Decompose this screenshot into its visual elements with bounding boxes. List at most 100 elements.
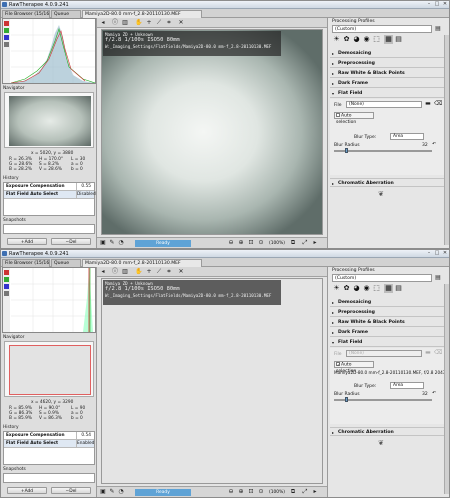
colorpicker-icon[interactable]: ✎ bbox=[108, 488, 116, 496]
crop-icon[interactable]: ⌗ bbox=[165, 19, 173, 27]
new-window-icon[interactable]: ⧉ bbox=[289, 239, 297, 247]
toggle-right-panel-icon[interactable]: ▸ bbox=[311, 488, 319, 496]
tab-file-browser[interactable]: File Browser (15/16) bbox=[2, 10, 50, 18]
transform-tab-icon[interactable]: ⬚ bbox=[372, 35, 381, 44]
profile-select[interactable]: (Custom) bbox=[332, 274, 432, 282]
navigator-preview[interactable] bbox=[4, 341, 94, 397]
history-row[interactable]: Flat Field Auto Select Disabled bbox=[4, 191, 96, 199]
tool-demosaicing[interactable]: ▸ Demosaicing bbox=[330, 298, 446, 307]
reset-icon[interactable]: ↶ bbox=[432, 142, 436, 147]
raw-tab-icon[interactable]: ▦ bbox=[384, 284, 393, 293]
metadata-tab-icon[interactable]: ▤ bbox=[394, 284, 403, 293]
zoom-fit-icon[interactable]: ⊡ bbox=[247, 239, 255, 247]
close-icon[interactable]: ✕ bbox=[441, 251, 449, 256]
tool-preprocessing[interactable]: ▸ Preprocessing bbox=[330, 59, 446, 68]
wavelet-tab-icon[interactable]: ◉ bbox=[362, 284, 371, 293]
tool-chromatic-aberration[interactable]: ▸ Chromatic Aberration bbox=[330, 427, 446, 436]
zoom-in-icon[interactable]: ⊕ bbox=[237, 239, 245, 247]
ff-file-field[interactable]: (None) bbox=[346, 101, 422, 108]
minimize-icon[interactable]: – bbox=[425, 251, 433, 256]
slider-knob[interactable] bbox=[345, 148, 348, 153]
detail-tab-icon[interactable]: ✿ bbox=[342, 284, 351, 293]
tab-queue[interactable]: Queue bbox=[51, 10, 81, 18]
ff-browse-icon[interactable]: ▬ bbox=[424, 349, 432, 357]
tool-raw-white-black[interactable]: ▸ Raw White & Black Points bbox=[330, 69, 446, 78]
detail-tab-icon[interactable]: ✿ bbox=[342, 35, 351, 44]
tool-chromatic-aberration[interactable]: ▸ Chromatic Aberration bbox=[330, 178, 446, 187]
close-editor-icon[interactable]: ✕ bbox=[177, 268, 185, 276]
straighten-icon[interactable]: ⟋ bbox=[155, 19, 163, 27]
raw-tab-icon[interactable]: ▦ bbox=[384, 35, 393, 44]
profile-icon[interactable]: ◔ bbox=[117, 239, 125, 247]
ff-blur-radius-slider[interactable] bbox=[334, 150, 432, 152]
history-row[interactable]: Exposure Compensation 0.54 bbox=[4, 432, 94, 440]
color-tab-icon[interactable]: ◕ bbox=[352, 284, 361, 293]
slider-knob[interactable] bbox=[345, 397, 348, 402]
ff-browse-icon[interactable]: ▬ bbox=[424, 100, 432, 108]
tool-demosaicing[interactable]: ▸ Demosaicing bbox=[330, 49, 446, 58]
lock-icon[interactable]: ▣ bbox=[99, 488, 107, 496]
history-row[interactable]: Exposure Compensation 0.55 bbox=[4, 183, 94, 191]
reset-icon[interactable]: ↶ bbox=[432, 391, 436, 396]
info-icon[interactable]: ⓘ bbox=[111, 19, 119, 27]
load-profile-icon[interactable]: ▤ bbox=[434, 274, 442, 282]
info-icon[interactable]: ⓘ bbox=[111, 268, 119, 276]
tool-dark-frame[interactable]: ▸ Dark Frame bbox=[330, 79, 446, 88]
ff-blur-type-select[interactable]: Area bbox=[390, 133, 424, 140]
right-scrollbar[interactable] bbox=[444, 35, 449, 245]
load-profile-icon[interactable]: ▤ bbox=[434, 25, 442, 33]
ff-clear-icon[interactable]: ⌫ bbox=[434, 100, 442, 108]
history-row[interactable]: Flat Field Auto Select Enabled bbox=[4, 440, 94, 448]
add-snapshot-button[interactable]: +Add bbox=[7, 487, 47, 494]
profile-icon[interactable]: ◔ bbox=[117, 488, 125, 496]
colorpicker-icon[interactable]: ✎ bbox=[108, 239, 116, 247]
zoom-100-icon[interactable]: ⊙ bbox=[257, 239, 265, 247]
fullscreen-icon[interactable]: ⤢ bbox=[301, 488, 309, 496]
ff-blur-radius-slider[interactable] bbox=[334, 399, 432, 401]
lock-icon[interactable]: ▣ bbox=[99, 239, 107, 247]
right-scrollbar[interactable] bbox=[444, 284, 449, 494]
del-snapshot-button[interactable]: −Del bbox=[51, 238, 91, 245]
wavelet-tab-icon[interactable]: ◉ bbox=[362, 35, 371, 44]
ff-auto-select-checkbox[interactable]: Auto selection bbox=[334, 112, 374, 125]
toggle-left-panel-icon[interactable]: ◂ bbox=[99, 19, 107, 27]
zoom-out-icon[interactable]: ⊖ bbox=[227, 488, 235, 496]
del-snapshot-button[interactable]: −Del bbox=[51, 487, 91, 494]
hand-tool-icon[interactable]: ✋ bbox=[135, 19, 143, 27]
tool-preprocessing[interactable]: ▸ Preprocessing bbox=[330, 308, 446, 317]
metadata-tab-icon[interactable]: ▤ bbox=[394, 35, 403, 44]
tool-dark-frame[interactable]: ▸ Dark Frame bbox=[330, 328, 446, 337]
tool-flat-field[interactable]: ▾ Flat Field bbox=[330, 338, 446, 347]
image-canvas[interactable] bbox=[101, 278, 323, 484]
crop-icon[interactable]: ⌗ bbox=[165, 268, 173, 276]
maximize-icon[interactable]: □ bbox=[433, 251, 441, 256]
tab-editor[interactable]: Mamiya2D-80.0 mm-f_2.8-20110130.MEF bbox=[82, 259, 202, 267]
toggle-left-panel-icon[interactable]: ◂ bbox=[99, 268, 107, 276]
exposure-tab-icon[interactable]: ☀ bbox=[332, 284, 341, 293]
close-editor-icon[interactable]: ✕ bbox=[177, 19, 185, 27]
toggle-right-panel-icon[interactable]: ▸ bbox=[311, 239, 319, 247]
ff-blur-type-select[interactable]: Area bbox=[390, 382, 424, 389]
maximize-icon[interactable]: □ bbox=[433, 2, 441, 7]
crosshair-icon[interactable]: + bbox=[145, 268, 153, 276]
fullscreen-icon[interactable]: ⤢ bbox=[301, 239, 309, 247]
exposure-tab-icon[interactable]: ☀ bbox=[332, 35, 341, 44]
ff-auto-select-checkbox[interactable]: ✓Auto selection bbox=[334, 361, 374, 374]
navigator-preview[interactable] bbox=[4, 92, 94, 148]
transform-tab-icon[interactable]: ⬚ bbox=[372, 284, 381, 293]
zoom-fit-icon[interactable]: ⊡ bbox=[247, 488, 255, 496]
zoom-in-icon[interactable]: ⊕ bbox=[237, 488, 245, 496]
tab-file-browser[interactable]: File Browser (15/16) bbox=[2, 259, 50, 267]
image-canvas[interactable] bbox=[101, 29, 323, 235]
zoom-100-icon[interactable]: ⊙ bbox=[257, 488, 265, 496]
add-snapshot-button[interactable]: +Add bbox=[7, 238, 47, 245]
hand-tool-icon[interactable]: ✋ bbox=[135, 268, 143, 276]
straighten-icon[interactable]: ⟋ bbox=[155, 268, 163, 276]
close-icon[interactable]: ✕ bbox=[441, 2, 449, 7]
crosshair-icon[interactable]: + bbox=[145, 19, 153, 27]
zoom-out-icon[interactable]: ⊖ bbox=[227, 239, 235, 247]
ff-clear-icon[interactable]: ⌫ bbox=[434, 349, 442, 357]
color-tab-icon[interactable]: ◕ bbox=[352, 35, 361, 44]
new-window-icon[interactable]: ⧉ bbox=[289, 488, 297, 496]
tab-queue[interactable]: Queue bbox=[51, 259, 81, 267]
